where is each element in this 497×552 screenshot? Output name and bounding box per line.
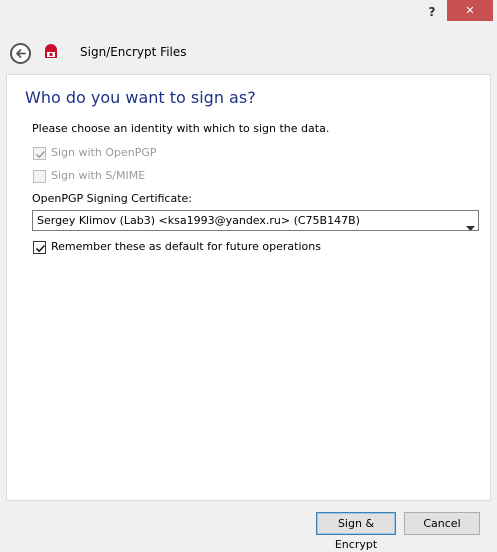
selected-certificate: Sergey Klimov (Lab3) <ksa1993@yandex.ru>… <box>37 214 360 227</box>
cancel-button[interactable]: Cancel <box>404 512 480 535</box>
back-arrow-icon[interactable] <box>10 43 31 64</box>
checkbox-box <box>33 147 46 160</box>
wizard-header: Sign/Encrypt Files <box>0 28 497 74</box>
title-bar: ? ✕ <box>0 0 497 28</box>
remember-default-label: Remember these as default for future ope… <box>51 240 321 253</box>
remember-default-checkbox[interactable]: Remember these as default for future ope… <box>33 240 333 254</box>
sign-openpgp-label: Sign with OpenPGP <box>51 146 157 159</box>
instruction-text: Please choose an identity with which to … <box>32 122 330 135</box>
chevron-down-icon[interactable] <box>466 217 475 231</box>
signing-certificate-select[interactable]: Sergey Klimov (Lab3) <ksa1993@yandex.ru>… <box>32 210 479 231</box>
checkbox-box <box>33 170 46 183</box>
close-button[interactable]: ✕ <box>447 0 493 21</box>
kleopatra-app-icon <box>43 44 59 60</box>
content-panel <box>6 74 491 501</box>
page-title: Who do you want to sign as? <box>25 88 256 107</box>
help-button[interactable]: ? <box>420 2 444 22</box>
wizard-title: Sign/Encrypt Files <box>80 45 187 59</box>
checkbox-box <box>33 241 46 254</box>
sign-encrypt-button[interactable]: Sign & Encrypt <box>316 512 396 551</box>
sign-smime-checkbox[interactable]: Sign with S/MIME <box>33 169 233 183</box>
sign-openpgp-checkbox[interactable]: Sign with OpenPGP <box>33 146 233 160</box>
signing-certificate-label: OpenPGP Signing Certificate: <box>32 192 193 205</box>
sign-smime-label: Sign with S/MIME <box>51 169 146 182</box>
